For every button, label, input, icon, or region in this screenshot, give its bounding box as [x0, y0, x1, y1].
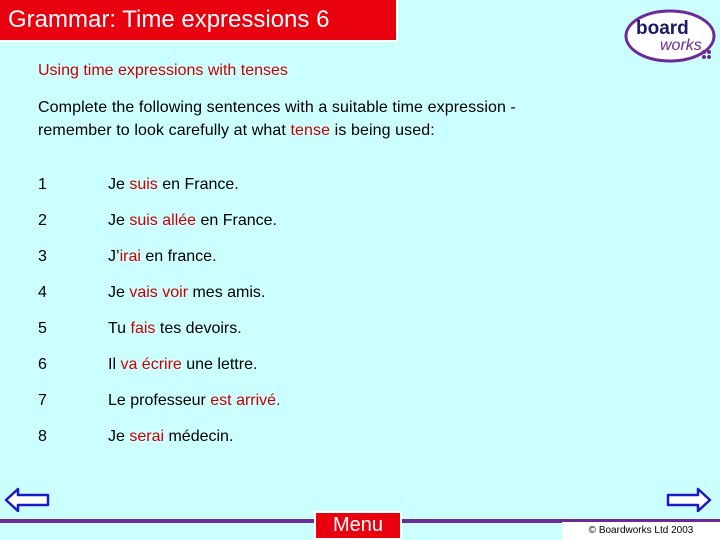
- sentence-verb: suis: [129, 176, 158, 193]
- sentence-start: Je: [108, 212, 130, 229]
- logo-word-board: board: [636, 18, 689, 39]
- sentence-verb: suis allée: [129, 212, 197, 229]
- copyright-notice: © Boardworks Ltd 2003: [562, 522, 720, 540]
- sentence-start: Je: [108, 284, 130, 301]
- sentence-row: 1 Je suis en France.: [38, 174, 638, 210]
- menu-button[interactable]: Menu: [314, 511, 402, 540]
- sentence-start: J’: [108, 248, 120, 265]
- sentence-start: Je: [108, 176, 130, 193]
- sentence-verb: irai: [119, 248, 141, 265]
- sentence-row: 3 J’irai en france.: [38, 246, 638, 282]
- sentence-list: 1 Je suis en France. 2 Je suis allée en Fr…: [38, 174, 638, 462]
- tense-highlight: tense: [290, 122, 331, 139]
- sentence-start: Tu: [108, 320, 131, 337]
- sentence-number: 2: [38, 212, 47, 229]
- sentence-number: 3: [38, 248, 47, 265]
- sentence-row: 7 Le professeur est arrivé.: [38, 390, 638, 426]
- page-title: Grammar: Time expressions 6: [0, 0, 398, 42]
- boardworks-logo: board works: [624, 9, 716, 63]
- arrow-left-icon[interactable]: [4, 486, 50, 514]
- logo-word-works: works: [660, 37, 702, 54]
- sentence-number: 5: [38, 320, 47, 337]
- sentence-row: 2 Je suis allée en France.: [38, 210, 638, 246]
- instructions-text: Complete the following sentences with a …: [38, 96, 678, 142]
- sentence-start: Le professeur: [108, 392, 211, 409]
- sentence-number: 6: [38, 356, 47, 373]
- sentence-verb: fais: [130, 320, 156, 337]
- sentence-row: 4 Je vais voir mes amis.: [38, 282, 638, 318]
- sentence-start: Je: [108, 428, 130, 445]
- sentence-number: 8: [38, 428, 47, 445]
- instructions-line-2-end: is being used:: [330, 122, 435, 139]
- sentence-row: 6 Il va écrire une lettre.: [38, 354, 638, 390]
- sentence-row: 5 Tu fais tes devoirs.: [38, 318, 638, 354]
- sentence-number: 7: [38, 392, 47, 409]
- sentence-end: en France.: [157, 176, 239, 193]
- sentence-end: une lettre.: [181, 356, 258, 373]
- sentence-verb: vais voir: [129, 284, 189, 301]
- sentence-number: 4: [38, 284, 47, 301]
- sentence-end: en france.: [140, 248, 217, 265]
- instructions-line-1: Complete the following sentences with a …: [38, 99, 516, 116]
- sentence-number: 1: [38, 176, 47, 193]
- sentence-verb: est arrivé.: [210, 392, 281, 409]
- instructions-line-2: remember to look carefully at what tense…: [38, 119, 678, 142]
- instructions-line-2-start: remember to look carefully at what: [38, 122, 291, 139]
- sentence-end: tes devoirs.: [155, 320, 242, 337]
- sentence-verb: va écrire: [120, 356, 182, 373]
- sentence-end: médecin.: [164, 428, 234, 445]
- sentence-start: Il: [108, 356, 121, 373]
- section-subtitle: Using time expressions with tenses: [38, 62, 288, 79]
- sentence-verb: serai: [129, 428, 165, 445]
- arrow-right-icon[interactable]: [666, 486, 712, 514]
- sentence-end: en France.: [196, 212, 277, 229]
- sentence-end: mes amis.: [188, 284, 266, 301]
- sentence-row: 8 Je serai médecin.: [38, 426, 638, 462]
